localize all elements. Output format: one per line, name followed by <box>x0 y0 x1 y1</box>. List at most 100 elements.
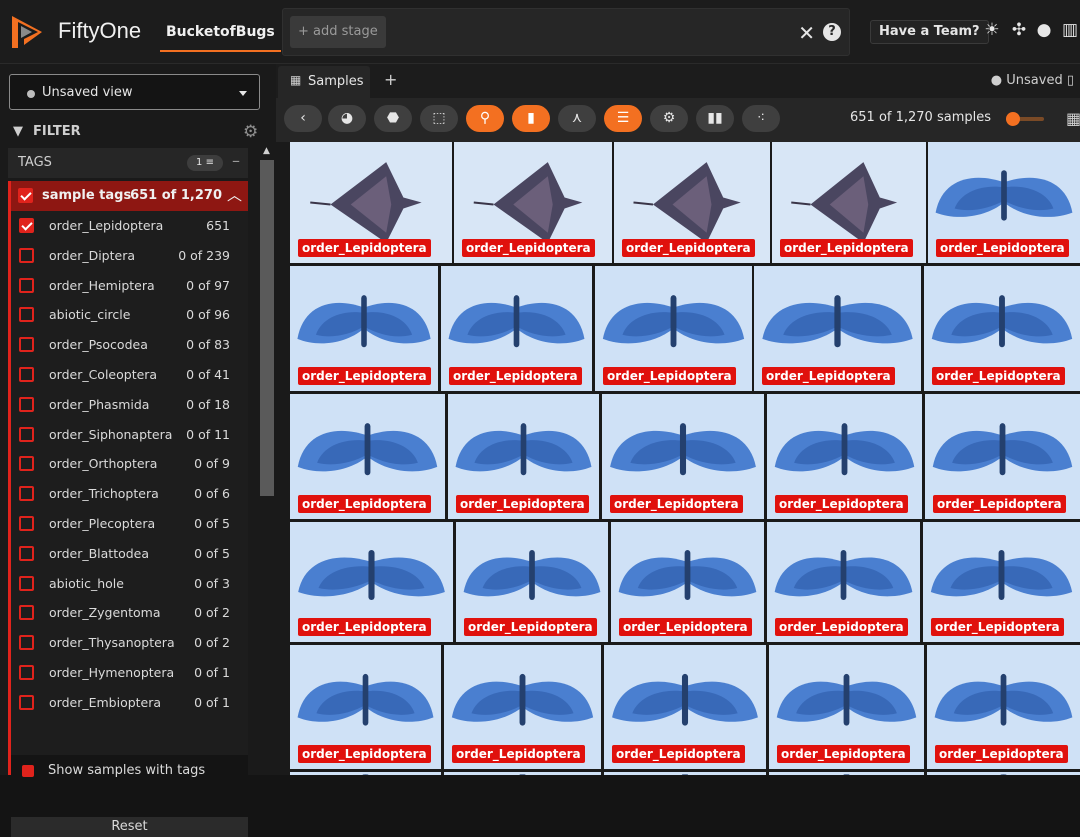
github-icon[interactable]: ● <box>1034 20 1054 42</box>
back-icon[interactable]: ‹ <box>284 105 322 132</box>
help-icon[interactable]: ? <box>823 23 841 41</box>
sample-tile[interactable]: order_Lepidoptera <box>604 645 766 769</box>
sidebar: Unsaved view ▼ FILTER ⚙ TAGS 1 ≡ – ▲ sam… <box>0 64 276 837</box>
sample-tile[interactable]: order_Lepidoptera <box>924 266 1080 391</box>
tag-checkbox[interactable] <box>19 456 34 472</box>
sample-tile[interactable]: order_Lepidoptera <box>923 522 1080 642</box>
sample-tile[interactable]: order_Lepidoptera <box>441 266 592 391</box>
sample-tags-group: sample tags 651 of 1,270 ︿ order_Lepidop… <box>8 181 248 837</box>
sun-icon[interactable]: ☀ <box>982 20 1002 42</box>
settings-icon[interactable]: ⚙ <box>650 105 688 132</box>
tag-row[interactable]: order_Thysanoptera 0 of 2 <box>11 628 248 658</box>
tag-row[interactable]: order_Embioptera 0 of 1 <box>11 688 248 718</box>
dataset-selector[interactable]: BucketofBugs <box>160 20 281 52</box>
tag-row[interactable]: order_Hymenoptera 0 of 1 <box>11 658 248 688</box>
close-icon[interactable]: ✕ <box>798 21 815 45</box>
fiftyone-logo-icon[interactable] <box>8 12 44 52</box>
tag-checkbox[interactable] <box>19 635 34 651</box>
sample-tile[interactable]: order_Lepidoptera <box>611 522 764 642</box>
tag-row[interactable]: order_Plecoptera 0 of 5 <box>11 509 248 539</box>
sample-tile[interactable]: order_Lepidoptera <box>448 394 599 519</box>
tag-checkbox[interactable] <box>19 665 34 680</box>
sample-tile[interactable]: order_Lepidoptera <box>614 142 770 263</box>
tag-checkbox[interactable] <box>19 426 34 442</box>
cluster-icon[interactable]: ⁖ <box>742 105 780 132</box>
tag-checkbox[interactable] <box>19 337 34 353</box>
tag-checkbox[interactable] <box>19 367 34 382</box>
scroll-up-icon[interactable]: ▲ <box>263 146 270 156</box>
tag-checkbox[interactable] <box>19 516 34 531</box>
palette-icon[interactable]: ◕ <box>328 105 366 132</box>
add-stage-input[interactable]: + add stage <box>290 16 386 48</box>
tag-row[interactable]: abiotic_circle 0 of 96 <box>11 300 248 330</box>
tags-count-badge[interactable]: 1 ≡ <box>187 155 223 171</box>
show-samples-with-tags-toggle[interactable]: Show samples with tags <box>11 755 248 785</box>
tag-checkbox[interactable] <box>19 307 34 323</box>
tag-count: 0 of 5 <box>194 516 230 531</box>
tag-checkbox[interactable] <box>19 396 34 412</box>
tag-row[interactable]: order_Zygentoma 0 of 2 <box>11 598 248 628</box>
tag-checkbox[interactable] <box>19 277 34 293</box>
sample-tile[interactable]: order_Lepidoptera <box>754 266 921 391</box>
book-icon[interactable]: ▥ <box>1060 20 1080 42</box>
tag-checkbox[interactable] <box>19 575 34 591</box>
collapse-icon[interactable]: – <box>232 151 240 170</box>
tags-section-header[interactable]: TAGS 1 ≡ – <box>8 148 248 178</box>
sample-tile[interactable]: order_Lepidoptera <box>290 266 438 391</box>
sample-tile[interactable]: order_Lepidoptera <box>767 394 922 519</box>
sample-tile[interactable]: order_Lepidoptera <box>290 645 441 769</box>
sample-tile[interactable]: order_Lepidoptera <box>454 142 612 263</box>
sample-tile[interactable]: order_Lepidoptera <box>595 266 752 391</box>
tag-row[interactable]: order_Hemiptera 0 of 97 <box>11 271 248 301</box>
tag-checkbox[interactable] <box>19 486 34 502</box>
tag-row[interactable]: order_Diptera 0 of 239 <box>11 241 248 271</box>
sidebar-scroll-thumb[interactable] <box>260 160 274 496</box>
tag-row[interactable]: order_Orthoptera 0 of 9 <box>11 449 248 479</box>
reset-button[interactable]: Reset <box>11 817 248 837</box>
sample-tile[interactable]: order_Lepidoptera <box>290 394 445 519</box>
sample-tile[interactable]: order_Lepidoptera <box>772 142 926 263</box>
sample-tile[interactable]: order_Lepidoptera <box>290 522 453 642</box>
sample-tile[interactable]: order_Lepidoptera <box>602 394 764 519</box>
sample-tile[interactable]: order_Lepidoptera <box>925 394 1080 519</box>
grid-options-icon[interactable]: ▦ <box>1066 109 1080 128</box>
search-icon[interactable]: ⚲ <box>466 105 504 132</box>
tag-row[interactable]: order_Trichoptera 0 of 6 <box>11 479 248 509</box>
sample-tile[interactable]: order_Lepidoptera <box>927 645 1080 769</box>
tag-row[interactable]: order_Psocodea 0 of 83 <box>11 330 248 360</box>
tag-checkbox[interactable] <box>19 605 34 621</box>
tag-checkbox[interactable] <box>19 694 34 710</box>
chart-icon[interactable]: ▮▮ <box>696 105 734 132</box>
sample-tile[interactable]: order_Lepidoptera <box>769 645 924 769</box>
tag-icon[interactable]: ⬣ <box>374 105 412 132</box>
tag-row[interactable]: order_Coleoptera 0 of 41 <box>11 360 248 390</box>
have-a-team-button[interactable]: Have a Team? <box>870 20 989 44</box>
sample-tag-label: order_Lepidoptera <box>449 367 582 385</box>
bookmark-icon[interactable]: ▮ <box>512 105 550 132</box>
tag-row[interactable]: order_Siphonaptera 0 of 11 <box>11 420 248 450</box>
sample-tags-header[interactable]: sample tags 651 of 1,270 ︿ <box>11 181 248 211</box>
sample-tags-checkbox[interactable] <box>18 188 33 203</box>
tag-row[interactable]: order_Lepidoptera 651 <box>11 211 248 241</box>
tab-samples[interactable]: ▦ Samples <box>278 66 370 98</box>
sample-tile[interactable]: order_Lepidoptera <box>290 142 452 263</box>
tag-row[interactable]: order_Blattodea 0 of 5 <box>11 539 248 569</box>
slack-icon[interactable]: ✣ <box>1009 20 1029 42</box>
sample-tile[interactable]: order_Lepidoptera <box>767 522 920 642</box>
merge-icon[interactable]: ⋏ <box>558 105 596 132</box>
tag-checkbox[interactable] <box>19 247 34 263</box>
sample-tile[interactable]: order_Lepidoptera <box>444 645 601 769</box>
tag-row[interactable]: order_Phasmida 0 of 18 <box>11 390 248 420</box>
tag-checkbox[interactable] <box>19 545 34 561</box>
view-select[interactable]: Unsaved view <box>9 74 260 110</box>
tag-checkbox[interactable] <box>19 218 34 233</box>
sample-tile[interactable]: order_Lepidoptera <box>456 522 608 642</box>
add-tab-icon[interactable]: + <box>384 70 397 89</box>
tag-row[interactable]: abiotic_hole 0 of 3 <box>11 569 248 599</box>
zoom-slider-thumb[interactable] <box>1006 112 1020 126</box>
chevron-up-icon[interactable]: ︿ <box>227 184 242 205</box>
list-icon[interactable]: ☰ <box>604 105 642 132</box>
gear-icon[interactable]: ⚙ <box>243 122 258 142</box>
select-icon[interactable]: ⬚ <box>420 105 458 132</box>
sample-tile[interactable]: order_Lepidoptera <box>928 142 1080 263</box>
